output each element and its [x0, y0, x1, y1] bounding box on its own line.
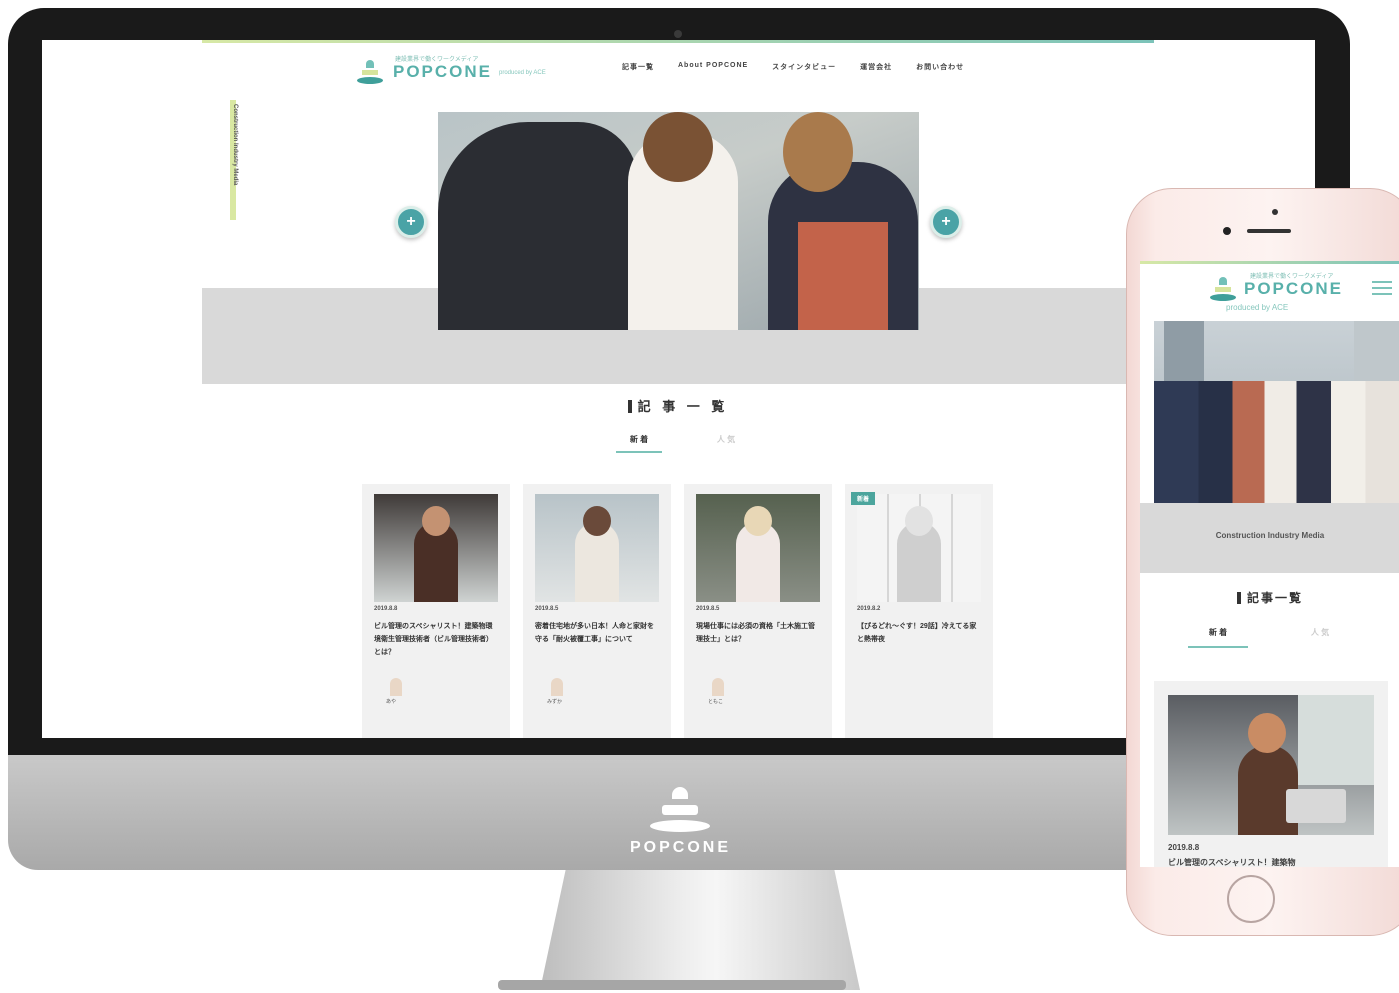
- site-logo[interactable]: 建設業界で働くワークメディア POPCONE produced by ACE: [1210, 271, 1350, 315]
- desktop-site: 建設業界で働くワークメディア POPCONE produced by ACE 記…: [202, 40, 1154, 738]
- card-title[interactable]: 密着住宅地が多い日本！人命と家財を守る「耐火被覆工事」について: [535, 620, 659, 646]
- title-mark: [627, 400, 632, 413]
- logo-brand: POPCONE: [393, 62, 493, 81]
- card-author: ともこ: [708, 699, 724, 705]
- article-card[interactable]: 新着 2019.8.2 【ぴるどれ〜ぐす！29話】冷えてる家と熱帯夜: [845, 484, 993, 738]
- nav-item-contact[interactable]: お問い合わせ: [916, 62, 964, 76]
- article-card[interactable]: 2019.8.8 ビル管理のスペシャリスト！建築物環境衛生管理技術者（ビル管理技…: [362, 484, 510, 738]
- chin-logo-text: POPCONE: [630, 839, 732, 856]
- card-thumbnail[interactable]: [374, 494, 498, 602]
- card-date: 2019.8.5: [696, 606, 720, 612]
- section-title: 記 事 一 覧: [202, 396, 1154, 415]
- article-cards: 2019.8.8 ビル管理のスペシャリスト！建築物環境衛生管理技術者（ビル管理技…: [362, 484, 998, 738]
- article-card[interactable]: 2019.8.8 ビル管理のスペシャリスト！建築物: [1154, 681, 1388, 867]
- hero-image[interactable]: [1154, 321, 1399, 503]
- article-tabs: 新 着 人 気: [1188, 627, 1348, 649]
- imac-stand: [540, 870, 860, 990]
- card-title[interactable]: 【ぴるどれ〜ぐす！29話】冷えてる家と熱帯夜: [857, 620, 981, 646]
- nav-item-interview[interactable]: スタインタビュー: [772, 62, 836, 76]
- side-label: Construction Industry Media: [226, 100, 238, 310]
- phone-body: 建設業界で働くワークメディア POPCONE produced by ACE C…: [1126, 188, 1399, 936]
- header-accent-line: [1140, 261, 1399, 264]
- card-title[interactable]: ビル管理のスペシャリスト！建築物環境衛生管理技術者（ビル管理技術者）とは？: [374, 620, 498, 659]
- site-logo[interactable]: 建設業界で働くワークメディア POPCONE produced by ACE: [357, 52, 572, 86]
- cone-icon: [1210, 277, 1236, 301]
- home-button[interactable]: [1227, 875, 1275, 923]
- tab-new[interactable]: 新 着: [1188, 627, 1248, 648]
- card-title[interactable]: 現場仕事には必須の資格「土木施工管理技士」とは？: [696, 620, 820, 646]
- slider-prev-button[interactable]: +: [395, 206, 427, 238]
- site-subtitle: Construction Industry Media: [1215, 531, 1325, 540]
- desktop-screen: 建設業界で働くワークメディア POPCONE produced by ACE 記…: [42, 40, 1315, 738]
- logo-produced-by: produced by ACE: [499, 70, 546, 76]
- card-date: 2019.8.8: [374, 606, 398, 612]
- imac-stand-foot: [498, 980, 846, 990]
- card-date: 2019.8.8: [1168, 843, 1200, 852]
- card-date: 2019.8.2: [857, 606, 881, 612]
- global-nav: 記事一覧 About POPCONE スタインタビュー 運営会社 お問い合わせ: [622, 62, 964, 76]
- cone-icon: [650, 787, 710, 835]
- header-accent-line: [202, 40, 1154, 43]
- tab-new[interactable]: 新 着: [616, 434, 662, 453]
- new-badge: 新着: [851, 492, 876, 505]
- article-card[interactable]: 2019.8.5 密着住宅地が多い日本！人命と家財を守る「耐火被覆工事」について…: [523, 484, 671, 738]
- hamburger-menu-icon[interactable]: [1372, 281, 1392, 295]
- card-author: あや: [386, 699, 397, 705]
- card-thumbnail[interactable]: [535, 494, 659, 602]
- logo-produced-by: produced by ACE: [1226, 303, 1289, 312]
- nav-item-about[interactable]: About POPCONE: [678, 62, 748, 76]
- tab-popular[interactable]: 人 気: [1300, 627, 1340, 638]
- card-date: 2019.8.5: [535, 606, 559, 612]
- title-mark: [1236, 592, 1241, 604]
- iphone-device: 建設業界で働くワークメディア POPCONE produced by ACE C…: [1126, 188, 1399, 936]
- card-thumbnail[interactable]: [857, 494, 981, 602]
- phone-sensor: [1272, 209, 1278, 215]
- author-avatar: [712, 678, 724, 696]
- author-avatar: [390, 678, 402, 696]
- section-title-text: 記事一覧: [1246, 591, 1303, 605]
- section-title-text: 記 事 一 覧: [637, 399, 729, 414]
- hero-slide-image[interactable]: [438, 112, 919, 330]
- article-tabs: 新 着 人 気: [616, 434, 756, 454]
- side-label-text: Construction Industry Media: [232, 104, 238, 186]
- nav-item-articles[interactable]: 記事一覧: [622, 62, 654, 76]
- card-thumbnail[interactable]: [1168, 695, 1374, 835]
- section-title: 記事一覧: [1140, 589, 1399, 606]
- article-card[interactable]: 2019.8.5 現場仕事には必須の資格「土木施工管理技士」とは？ ともこ: [684, 484, 832, 738]
- cone-icon: [357, 60, 383, 84]
- mobile-screen: 建設業界で働くワークメディア POPCONE produced by ACE C…: [1140, 261, 1399, 867]
- phone-speaker: [1247, 229, 1291, 233]
- logo-brand: POPCONE: [1244, 279, 1344, 298]
- tab-popular[interactable]: 人 気: [706, 434, 746, 445]
- imac-camera: [674, 30, 682, 38]
- phone-camera: [1223, 227, 1231, 235]
- card-title[interactable]: ビル管理のスペシャリスト！建築物: [1168, 857, 1374, 867]
- card-author: みずか: [547, 699, 563, 705]
- chin-logo: POPCONE: [630, 787, 730, 857]
- nav-item-company[interactable]: 運営会社: [860, 62, 892, 76]
- author-avatar: [551, 678, 563, 696]
- slider-next-button[interactable]: +: [930, 206, 962, 238]
- card-thumbnail[interactable]: [696, 494, 820, 602]
